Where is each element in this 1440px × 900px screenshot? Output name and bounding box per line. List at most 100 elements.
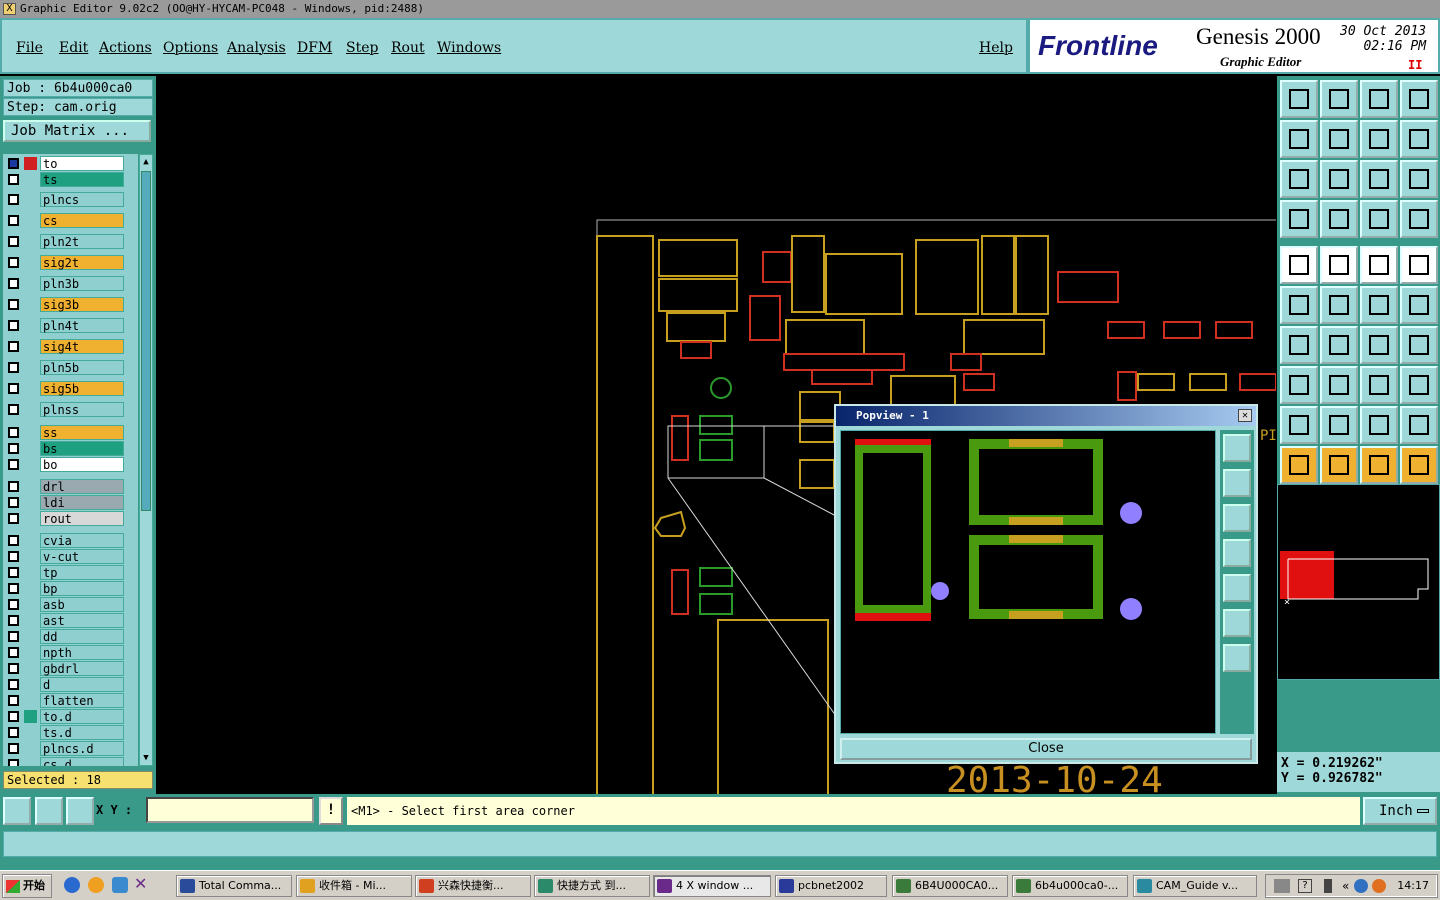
help-icon[interactable]: ? xyxy=(1298,879,1312,893)
triangle-outline-icon[interactable] xyxy=(1280,406,1318,444)
pause-button[interactable]: II xyxy=(1408,58,1422,72)
scroll-down-icon[interactable]: ▼ xyxy=(141,753,151,763)
scroll-thumb[interactable] xyxy=(141,171,151,511)
popview-pan-left-icon[interactable] xyxy=(1223,539,1251,567)
layer-checkbox[interactable] xyxy=(8,299,19,310)
layer-row[interactable]: rout xyxy=(3,511,138,526)
taskbar-button[interactable]: 6b4u000ca0-... xyxy=(1012,875,1128,897)
layer-name[interactable]: ss xyxy=(40,425,124,440)
layer-checkbox[interactable] xyxy=(8,663,19,674)
layer-name[interactable]: rout xyxy=(40,511,124,526)
layer-name[interactable]: ast xyxy=(40,613,124,628)
layer-name[interactable]: ldi xyxy=(40,495,124,510)
triangle-arrow-icon[interactable] xyxy=(1400,406,1438,444)
pointer-icon[interactable] xyxy=(1280,446,1318,484)
layer-checkbox[interactable] xyxy=(8,679,19,690)
popview-zoom-out-icon[interactable] xyxy=(1223,644,1251,672)
layer-row[interactable]: ss xyxy=(3,425,138,440)
layer-row[interactable]: sig2t xyxy=(3,255,138,270)
layer-checkbox[interactable] xyxy=(8,443,19,454)
taskbar-button[interactable]: 兴森快捷衡... xyxy=(415,875,531,897)
layer-row[interactable]: to xyxy=(3,156,138,171)
zoom-ratio-icon[interactable] xyxy=(1360,160,1398,198)
ruler-icon[interactable] xyxy=(1360,246,1398,284)
layer-row[interactable]: bo xyxy=(3,457,138,472)
triangle-arc-icon[interactable] xyxy=(1360,406,1398,444)
grid-icon[interactable] xyxy=(66,797,94,825)
layer-name[interactable]: dd xyxy=(40,629,124,644)
layer-compare-icon[interactable] xyxy=(1360,200,1398,238)
layer-checkbox[interactable] xyxy=(8,341,19,352)
popview-close-icon[interactable]: ✕ xyxy=(1238,409,1252,422)
layer-name[interactable]: bp xyxy=(40,581,124,596)
layer-checkbox[interactable] xyxy=(8,615,19,626)
layer-name[interactable]: npth xyxy=(40,645,124,660)
layer-name[interactable]: plnss xyxy=(40,402,124,417)
layer-checkbox[interactable] xyxy=(8,158,19,169)
layer-row[interactable]: bs xyxy=(3,441,138,456)
redo-zoom-icon[interactable] xyxy=(1400,120,1438,158)
xy-input[interactable] xyxy=(146,797,314,823)
taskbar-button[interactable]: 4 X window ... xyxy=(653,875,771,897)
layer-name[interactable]: sig2t xyxy=(40,255,124,270)
layer-row[interactable]: sig3b xyxy=(3,297,138,312)
move-point-alt-icon[interactable] xyxy=(1400,286,1438,324)
job-matrix-button[interactable]: Job Matrix ... xyxy=(3,120,151,142)
layer-row[interactable]: flatten xyxy=(3,693,138,708)
window-split-icon[interactable] xyxy=(1400,80,1438,118)
layer-row[interactable]: plncs.d xyxy=(3,741,138,756)
zoom-window-icon[interactable] xyxy=(3,797,31,825)
layer-name[interactable]: plncs xyxy=(40,192,124,207)
layer-row[interactable]: pln4t xyxy=(3,318,138,333)
layer-checkbox[interactable] xyxy=(8,743,19,754)
tray-expand-icon[interactable]: « xyxy=(1342,875,1349,897)
layer-checkbox[interactable] xyxy=(8,174,19,185)
unit-selector[interactable]: Inch xyxy=(1363,797,1437,825)
pan-down-icon[interactable] xyxy=(1320,80,1358,118)
menu-options[interactable]: Options xyxy=(163,40,218,56)
taskbar-button[interactable]: 快捷方式 到... xyxy=(534,875,650,897)
pan-right-icon[interactable] xyxy=(1320,120,1358,158)
layer-row[interactable]: pln3b xyxy=(3,276,138,291)
point-edit-icon[interactable] xyxy=(1280,366,1318,404)
delete-icon[interactable] xyxy=(1320,286,1358,324)
layer-name[interactable]: flatten xyxy=(40,693,124,708)
layer-row[interactable]: d xyxy=(3,677,138,692)
zoom-in-icon[interactable] xyxy=(1280,160,1318,198)
copy-pad-icon[interactable] xyxy=(1400,366,1438,404)
connect-icon[interactable] xyxy=(1280,286,1318,324)
zoom-out-icon[interactable] xyxy=(1320,160,1358,198)
layer-checkbox[interactable] xyxy=(8,599,19,610)
layer-checkbox[interactable] xyxy=(8,567,19,578)
layer-checkbox[interactable] xyxy=(8,194,19,205)
layer-row[interactable]: ldi xyxy=(3,495,138,510)
menu-analysis[interactable]: Analysis xyxy=(227,40,286,56)
layer-checkbox[interactable] xyxy=(8,551,19,562)
layer-checkbox[interactable] xyxy=(8,711,19,722)
layer-row[interactable]: drl xyxy=(3,479,138,494)
x-window-quick-icon[interactable]: ✕ xyxy=(134,875,152,893)
layer-row[interactable]: tp xyxy=(3,565,138,580)
help-query-icon[interactable] xyxy=(1400,160,1438,198)
layer-row[interactable]: sig5b xyxy=(3,381,138,396)
layer-row[interactable]: asb xyxy=(3,597,138,612)
popview-titlebar[interactable]: Popview - 1 xyxy=(836,406,1256,426)
layer-row[interactable]: gbdrl xyxy=(3,661,138,676)
layer-name[interactable]: gbdrl xyxy=(40,661,124,676)
layer-name[interactable]: sig5b xyxy=(40,381,124,396)
layer-row[interactable]: sig4t xyxy=(3,339,138,354)
menu-help[interactable]: Help xyxy=(979,40,1013,56)
layer-checkbox[interactable] xyxy=(8,427,19,438)
layer-name[interactable]: pln3b xyxy=(40,276,124,291)
snap-icon[interactable] xyxy=(35,797,63,825)
layer-name[interactable]: cs.d xyxy=(40,757,124,766)
layer-row[interactable]: bp xyxy=(3,581,138,596)
move-point-icon[interactable] xyxy=(1360,286,1398,324)
layer-name[interactable]: v-cut xyxy=(40,549,124,564)
layer-row[interactable]: to.d xyxy=(3,709,138,724)
layer-checkbox[interactable] xyxy=(8,362,19,373)
popview-zoom-in-icon[interactable] xyxy=(1223,609,1251,637)
pointer-box-icon[interactable] xyxy=(1360,446,1398,484)
pad-icon[interactable] xyxy=(1400,246,1438,284)
popview-zoom-home-icon[interactable] xyxy=(1223,434,1251,462)
